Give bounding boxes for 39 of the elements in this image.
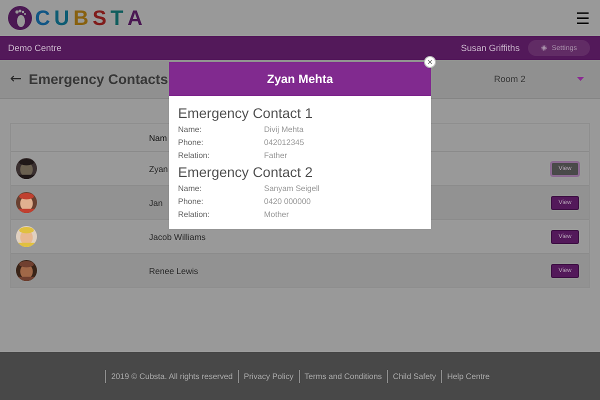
child-name: Renee Lewis: [149, 266, 198, 276]
field-label: Relation:: [178, 210, 211, 219]
field-value: Father: [264, 151, 288, 160]
footprint-icon: [8, 6, 32, 30]
field-value: Divij Mehta: [264, 125, 305, 134]
child-name: Zyan: [149, 164, 168, 174]
field-value: 0420 000000: [264, 197, 312, 206]
logo-letter: B: [73, 8, 90, 28]
logo-letter: T: [110, 8, 124, 28]
settings-icon: [540, 45, 547, 51]
child-name: Jacob Williams: [149, 232, 206, 242]
caret-icon: [577, 77, 584, 81]
field-value: Sanyam Seigell: [264, 184, 321, 193]
section-heading: Emergency Contact 2: [178, 164, 314, 180]
field-value: Mother: [264, 210, 290, 219]
user-name: Susan Griffiths: [460, 43, 520, 53]
logo-letter: C: [35, 8, 52, 28]
footer-link[interactable]: Help Centre: [441, 370, 495, 382]
field-label: Phone:: [178, 197, 204, 206]
logo-letter: A: [127, 8, 144, 28]
centre-name: Demo Centre: [8, 43, 63, 53]
menu-button[interactable]: ☰: [576, 8, 590, 28]
section-heading: Emergency Contact 1: [178, 105, 314, 121]
footer-link[interactable]: Child Safety: [386, 370, 442, 382]
logo-letter: S: [92, 8, 108, 28]
field-label: Relation:: [178, 151, 211, 160]
field-label: Name:: [178, 125, 203, 134]
field-label: Name:: [178, 184, 203, 193]
back-button[interactable]: ←: [10, 71, 22, 87]
field-value: 042012345: [264, 138, 306, 147]
page-title: Emergency Contacts: [28, 71, 168, 87]
logo-letter: U: [54, 8, 70, 28]
field-label: Phone:: [178, 138, 204, 147]
column-header: Nam: [149, 132, 167, 142]
room-dropdown[interactable]: Room 2: [494, 74, 584, 84]
footer-link[interactable]: Terms and Conditions: [298, 370, 387, 382]
child-name: Jan: [149, 198, 163, 208]
footer-link[interactable]: Privacy Policy: [238, 370, 299, 382]
copyright-text: 2019 © Cubsta. All rights reserved: [105, 370, 238, 382]
